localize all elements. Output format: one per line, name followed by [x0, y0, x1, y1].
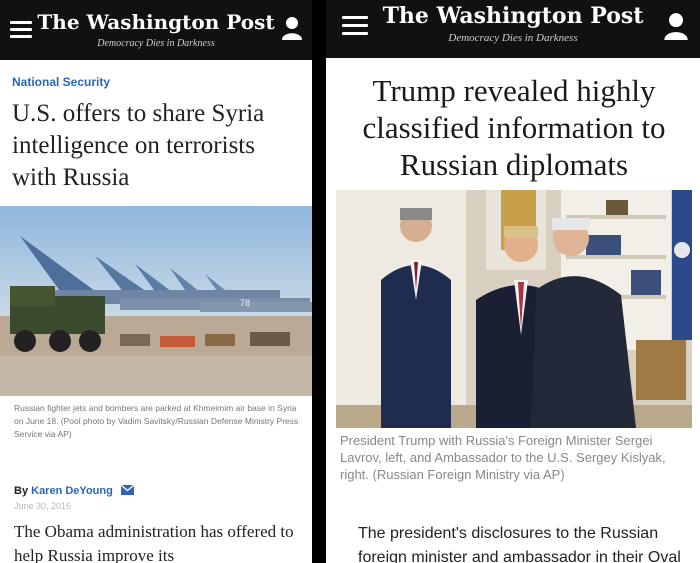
user-icon[interactable]	[664, 12, 688, 45]
site-logo[interactable]: The Washington Post	[326, 3, 700, 29]
article-body: The president's disclosures to the Russi…	[358, 525, 681, 563]
article-photo-oval-office	[336, 190, 692, 428]
site-logo[interactable]: The Washington Post	[0, 10, 312, 34]
user-icon[interactable]	[282, 16, 302, 45]
aircraft-number: 78	[240, 298, 250, 308]
author-link[interactable]: Karen DeYoung	[31, 485, 113, 497]
section-kicker[interactable]: National Security	[12, 75, 110, 89]
left-article-screenshot: The Washington Post Democracy Dies in Da…	[0, 0, 312, 563]
photo-caption: Russian fighter jets and bombers are par…	[14, 403, 299, 439]
publish-date: June 30, 2016	[14, 501, 72, 511]
byline-prefix: By	[14, 485, 29, 497]
article-headline: Trump revealed highly classified informa…	[362, 73, 666, 182]
article-photo-airbase: 78	[0, 206, 312, 396]
site-header: The Washington Post Democracy Dies in Da…	[0, 0, 312, 60]
byline: By Karen DeYoung	[14, 484, 135, 498]
envelope-icon[interactable]	[120, 484, 135, 498]
article-body: The Obama administration has offered to …	[14, 522, 294, 563]
site-tagline: Democracy Dies in Darkness	[448, 32, 578, 44]
site-tagline: Democracy Dies in Darkness	[97, 38, 215, 49]
site-header: The Washington Post Democracy Dies in Da…	[326, 0, 700, 58]
right-article-screenshot: The Washington Post Democracy Dies in Da…	[326, 0, 700, 563]
photo-caption: President Trump with Russia's Foreign Mi…	[340, 433, 666, 482]
article-headline: U.S. offers to share Syria intelligence …	[12, 100, 265, 191]
